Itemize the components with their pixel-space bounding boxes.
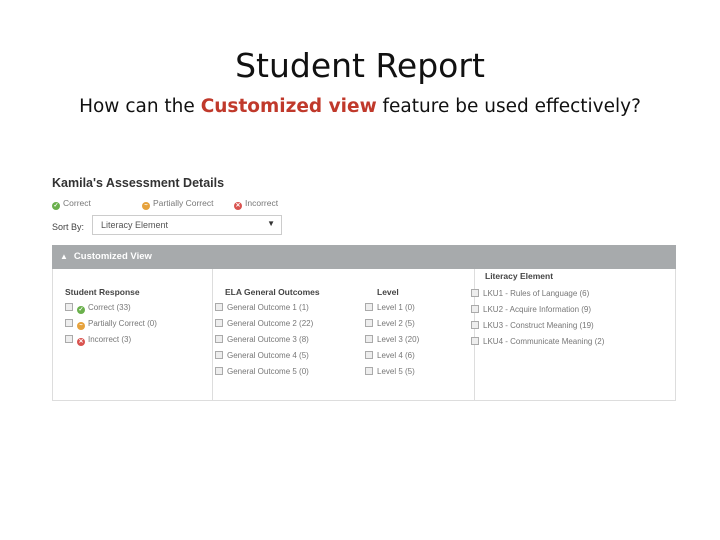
subtitle-highlight: Customized view [200, 96, 377, 117]
chevron-up-icon: ▲ [60, 252, 68, 261]
filter-option-lku2[interactable]: LKU2 - Acquire Information (9) [471, 305, 591, 317]
legend-incorrect-label: Incorrect [245, 198, 279, 208]
option-label: Level 1 (0) [377, 303, 415, 312]
checkbox[interactable] [65, 335, 73, 343]
option-label: LKU3 - Construct Meaning (19) [483, 321, 594, 330]
customized-view-toggle[interactable]: ▲ Customized View [52, 245, 676, 269]
legend-partially-correct-label: Partially Correct [153, 198, 214, 208]
option-label: Partially Correct (0) [88, 319, 157, 328]
option-label: Level 2 (5) [377, 319, 415, 328]
option-label: LKU4 - Communicate Meaning (2) [483, 337, 605, 346]
checkbox[interactable] [471, 289, 479, 297]
literacy-element-header: Literacy Element [485, 271, 554, 281]
x-circle-icon: ✕ [234, 202, 242, 210]
checkbox[interactable] [365, 319, 373, 327]
option-label: Level 3 (20) [377, 335, 420, 344]
filter-option-incorrect[interactable]: ✕ Incorrect (3) [65, 335, 131, 347]
legend-partially-correct: ~ Partially Correct [142, 198, 213, 210]
filter-option-lku1[interactable]: LKU1 - Rules of Language (6) [471, 289, 589, 301]
filter-option-outcome-2[interactable]: General Outcome 2 (22) [215, 319, 313, 331]
legend-incorrect: ✕ Incorrect [234, 198, 278, 210]
filter-option-level-2[interactable]: Level 2 (5) [365, 319, 415, 331]
filter-option-level-4[interactable]: Level 4 (6) [365, 351, 415, 363]
filter-option-partially-correct[interactable]: ~ Partially Correct (0) [65, 319, 157, 331]
customized-view-panel: Student Response ✓ Correct (33) ~ Partiall… [52, 269, 676, 401]
slide-subtitle: How can the Customized view feature be u… [0, 96, 720, 117]
partial-circle-icon: ~ [77, 322, 85, 330]
subtitle-text-start: How can the [79, 96, 201, 117]
checkbox[interactable] [365, 335, 373, 343]
filter-option-correct[interactable]: ✓ Correct (33) [65, 303, 131, 315]
checkbox[interactable] [65, 319, 73, 327]
option-label: Correct (33) [88, 303, 131, 312]
option-label: Incorrect (3) [88, 335, 132, 344]
checkbox[interactable] [215, 351, 223, 359]
checkbox[interactable] [365, 367, 373, 375]
ela-outcomes-header: ELA General Outcomes [225, 287, 320, 297]
checkbox[interactable] [215, 303, 223, 311]
level-header: Level [377, 287, 399, 297]
filter-option-level-1[interactable]: Level 1 (0) [365, 303, 415, 315]
sort-by-value: Literacy Element [101, 220, 169, 230]
sort-by-select[interactable]: Literacy Element ▼ [92, 215, 282, 235]
option-label: General Outcome 3 (8) [227, 335, 309, 344]
checkbox[interactable] [365, 303, 373, 311]
checkbox[interactable] [215, 367, 223, 375]
filter-option-outcome-5[interactable]: General Outcome 5 (0) [215, 367, 309, 379]
filter-option-level-3[interactable]: Level 3 (20) [365, 335, 419, 347]
customized-view-label: Customized View [73, 251, 152, 262]
assessment-details-title: Kamila's Assessment Details [52, 176, 225, 190]
option-label: Level 4 (6) [377, 351, 415, 360]
subtitle-text-end: feature be used effectively? [376, 96, 641, 117]
filter-option-outcome-4[interactable]: General Outcome 4 (5) [215, 351, 309, 363]
sort-by-label: Sort By: [52, 222, 85, 232]
option-label: LKU2 - Acquire Information (9) [483, 305, 592, 314]
student-response-header: Student Response [65, 287, 140, 297]
checkbox[interactable] [471, 321, 479, 329]
checkbox[interactable] [215, 335, 223, 343]
filter-option-outcome-3[interactable]: General Outcome 3 (8) [215, 335, 309, 347]
checkbox[interactable] [471, 305, 479, 313]
caret-down-icon: ▼ [267, 219, 275, 228]
filter-option-outcome-1[interactable]: General Outcome 1 (1) [215, 303, 309, 315]
option-label: General Outcome 4 (5) [227, 351, 309, 360]
partial-circle-icon: ~ [142, 202, 150, 210]
checkbox[interactable] [215, 319, 223, 327]
checkbox[interactable] [471, 337, 479, 345]
legend-correct: ✓ Correct [52, 198, 91, 210]
checkbox[interactable] [65, 303, 73, 311]
filter-option-level-5[interactable]: Level 5 (5) [365, 367, 415, 379]
check-circle-icon: ✓ [52, 202, 60, 210]
option-label: General Outcome 5 (0) [227, 367, 309, 376]
column-divider [212, 269, 213, 400]
filter-option-lku3[interactable]: LKU3 - Construct Meaning (19) [471, 321, 594, 333]
filter-option-lku4[interactable]: LKU4 - Communicate Meaning (2) [471, 337, 604, 349]
slide-title: Student Report [235, 46, 485, 85]
check-circle-icon: ✓ [77, 306, 85, 314]
checkbox[interactable] [365, 351, 373, 359]
option-label: General Outcome 2 (22) [227, 319, 314, 328]
x-circle-icon: ✕ [77, 338, 85, 346]
option-label: Level 5 (5) [377, 367, 415, 376]
legend-correct-label: Correct [63, 198, 91, 208]
option-label: General Outcome 1 (1) [227, 303, 309, 312]
assessment-details-screenshot: Kamila's Assessment Details ✓ Correct ~ Pa… [50, 170, 676, 402]
option-label: LKU1 - Rules of Language (6) [483, 289, 590, 298]
